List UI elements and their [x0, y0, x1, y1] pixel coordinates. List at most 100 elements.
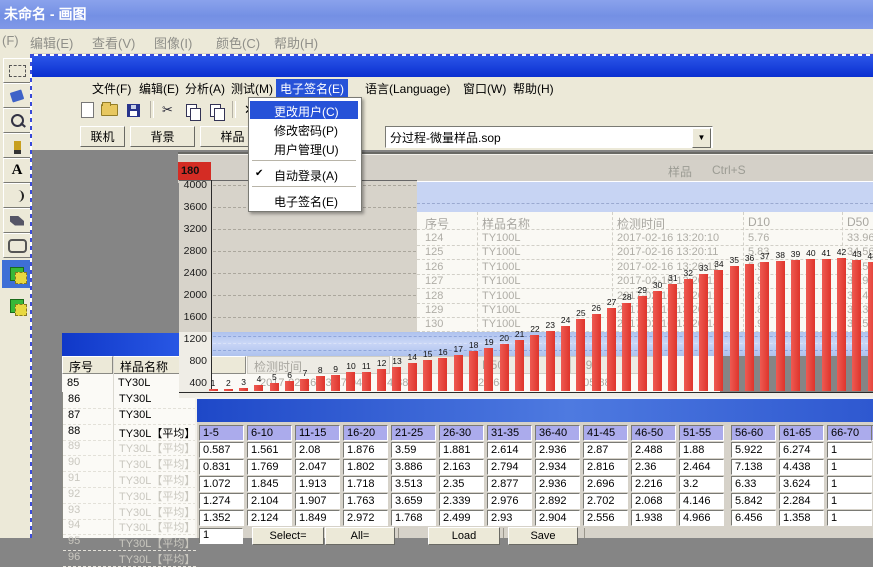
grid-cell[interactable]: 1.352	[199, 510, 244, 526]
save-icon[interactable]	[124, 101, 143, 119]
list-item-87[interactable]: 87TY30L	[63, 408, 196, 425]
text-tool-icon[interactable]: A	[3, 158, 31, 183]
grid-cell[interactable]: 3.886	[391, 459, 436, 475]
grid-cell[interactable]: 7.138	[731, 459, 776, 475]
grid-cell[interactable]: 2.284	[779, 493, 824, 509]
grid-cell[interactable]: 2.794	[487, 459, 532, 475]
paint-menu-3[interactable]: 图像(I)	[154, 33, 192, 52]
paint-title-bar[interactable]: 未命名 - 画图	[0, 0, 873, 29]
grid-cell[interactable]: 2.464	[679, 459, 724, 475]
grid-cell[interactable]: 2.936	[535, 442, 580, 458]
polygon-tool-icon[interactable]	[3, 208, 31, 233]
grid-cell[interactable]: 6.274	[779, 442, 824, 458]
grid-cell[interactable]: 2.124	[247, 510, 292, 526]
list-item-90[interactable]: 90TY30L【平均】	[63, 455, 196, 472]
toolbar-button-0[interactable]: 联机	[80, 126, 125, 147]
app-menu-7[interactable]: 帮助(H)	[509, 79, 558, 98]
paint-menu-1[interactable]: 编辑(E)	[30, 33, 73, 52]
grid-cell[interactable]: 6.456	[731, 510, 776, 526]
all-button[interactable]: All=	[325, 527, 395, 545]
grid-cell[interactable]: 1.907	[295, 493, 340, 509]
grid-cell[interactable]: 1.769	[247, 459, 292, 475]
grid-cell[interactable]: 1.718	[343, 476, 388, 492]
grid-cell[interactable]: 1	[827, 442, 872, 458]
grid-cell[interactable]: 1.845	[247, 476, 292, 492]
grid-cell[interactable]: 1.561	[247, 442, 292, 458]
paste-icon[interactable]	[206, 101, 225, 119]
left-window-title-bar[interactable]	[62, 333, 195, 356]
select-tool-icon[interactable]	[3, 58, 31, 83]
grid-cell[interactable]: 2.614	[487, 442, 532, 458]
list-item-88[interactable]: 88TY30L【平均】	[63, 424, 196, 441]
grid-cell[interactable]: 2.816	[583, 459, 628, 475]
fill-tool-icon[interactable]	[3, 83, 31, 108]
grid-cell[interactable]: 2.976	[487, 493, 532, 509]
curve-tool-icon[interactable]	[3, 183, 31, 208]
selection-opaque-option[interactable]	[2, 260, 31, 288]
grid-cell[interactable]: 2.936	[535, 476, 580, 492]
grid-cell[interactable]: 2.35	[439, 476, 484, 492]
magnifier-tool-icon[interactable]	[3, 108, 31, 133]
list-item-94[interactable]: 94TY30L【平均】	[63, 518, 196, 535]
grid-cell[interactable]: 1.88	[679, 442, 724, 458]
left-header-num[interactable]: 序号	[62, 356, 113, 374]
app-menu-1[interactable]: 编辑(E)	[135, 79, 183, 98]
grid-cell[interactable]: 1.881	[439, 442, 484, 458]
sop-combobox[interactable]: 分过程-微量样品.sop ▼	[385, 126, 713, 148]
grid-cell[interactable]: 2.163	[439, 459, 484, 475]
rounded-rect-tool-icon[interactable]	[3, 233, 31, 258]
open-file-icon[interactable]	[100, 101, 119, 119]
grid-cell[interactable]: 2.08	[295, 442, 340, 458]
save-button[interactable]: Save	[508, 527, 578, 545]
app-menu-2[interactable]: 分析(A)	[181, 79, 229, 98]
grid-cell[interactable]: 6.33	[731, 476, 776, 492]
grid-cell[interactable]: 2.499	[439, 510, 484, 526]
grid-cell[interactable]: 2.068	[631, 493, 676, 509]
grid-cell[interactable]: 2.87	[583, 442, 628, 458]
grid-cell[interactable]: 1.768	[391, 510, 436, 526]
list-item-89[interactable]: 89TY30L【平均】	[63, 439, 196, 456]
list-item-92[interactable]: 92TY30L【平均】	[63, 487, 196, 504]
chevron-down-icon[interactable]: ▼	[692, 128, 711, 148]
grid-cell[interactable]: 2.877	[487, 476, 532, 492]
grid-cell[interactable]: 2.892	[535, 493, 580, 509]
grid-cell[interactable]: 1.849	[295, 510, 340, 526]
list-item-93[interactable]: 93TY30L【平均】	[63, 503, 196, 520]
grid-cell[interactable]: 1.913	[295, 476, 340, 492]
grid-cell[interactable]: 2.702	[583, 493, 628, 509]
select-button[interactable]: Select=	[252, 527, 324, 545]
grid-cell[interactable]: 1	[827, 476, 872, 492]
grid-cell[interactable]: 2.047	[295, 459, 340, 475]
list-item-95[interactable]: 95TY30L【平均】	[63, 534, 196, 551]
grid-cell[interactable]: 4.146	[679, 493, 724, 509]
grid-cell[interactable]: 0.587	[199, 442, 244, 458]
selection-transparent-option[interactable]	[2, 292, 31, 320]
grid-cell[interactable]: 2.104	[247, 493, 292, 509]
cut-icon[interactable]: ✂	[158, 101, 177, 119]
paint-menu-2[interactable]: 查看(V)	[92, 33, 135, 52]
grid-cell[interactable]: 2.934	[535, 459, 580, 475]
grid-cell[interactable]: 2.904	[535, 510, 580, 526]
grid-cell[interactable]: 3.59	[391, 442, 436, 458]
grid-cell[interactable]: 0.831	[199, 459, 244, 475]
new-file-icon[interactable]	[78, 101, 97, 119]
grid-cell[interactable]: 3.624	[779, 476, 824, 492]
menu-item-0[interactable]: 更改用户(C)	[250, 101, 358, 119]
list-item-96[interactable]: 96TY30L【平均】	[63, 550, 196, 567]
app-menu-3[interactable]: 测试(M)	[227, 79, 277, 98]
paint-menu-4[interactable]: 颜色(C)	[216, 33, 260, 52]
grid-count-input[interactable]: 1	[199, 528, 243, 544]
copy-icon[interactable]	[182, 101, 201, 119]
grid-cell[interactable]: 3.659	[391, 493, 436, 509]
grid-cell[interactable]: 1	[827, 459, 872, 475]
grid-cell[interactable]: 1.274	[199, 493, 244, 509]
grid-cell[interactable]: 4.438	[779, 459, 824, 475]
app-menu-6[interactable]: 窗口(W)	[459, 79, 510, 98]
grid-cell[interactable]: 4.966	[679, 510, 724, 526]
grid-cell[interactable]: 2.488	[631, 442, 676, 458]
grid-cell[interactable]: 3.513	[391, 476, 436, 492]
grid-cell[interactable]: 2.696	[583, 476, 628, 492]
grid-cell[interactable]: 1.072	[199, 476, 244, 492]
grid-cell[interactable]: 2.216	[631, 476, 676, 492]
grid-cell[interactable]: 1.802	[343, 459, 388, 475]
